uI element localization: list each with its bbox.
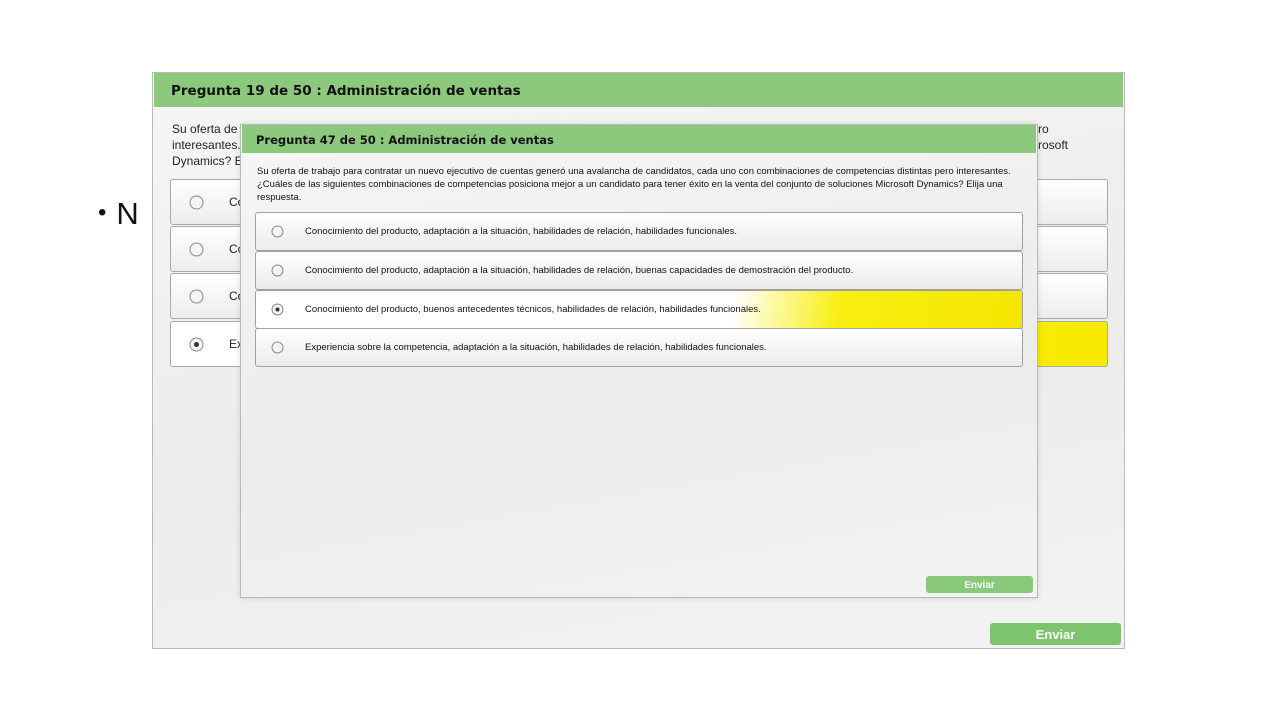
front-option-2[interactable]: Conocimiento del producto, adaptación a … — [255, 251, 1023, 290]
back-submit-button[interactable]: Enviar — [990, 623, 1121, 645]
slide-bullet: • N — [98, 196, 139, 232]
radio-unchecked-icon[interactable] — [189, 195, 204, 210]
front-option-label: Experiencia sobre la competencia, adapta… — [305, 342, 767, 353]
radio-checked-icon[interactable] — [271, 303, 284, 316]
back-dialog-title: Pregunta 19 de 50 : Administración de ve… — [154, 73, 1123, 107]
front-submit-button[interactable]: Enviar — [926, 576, 1033, 593]
front-question-dialog: Pregunta 47 de 50 : Administración de ve… — [240, 124, 1038, 598]
front-option-label: Conocimiento del producto, adaptación a … — [305, 265, 854, 276]
radio-checked-icon[interactable] — [189, 337, 204, 352]
bullet-text: N — [116, 196, 139, 231]
front-option-label: Conocimiento del producto, adaptación a … — [305, 226, 738, 237]
front-dialog-title: Pregunta 47 de 50 : Administración de ve… — [242, 125, 1036, 153]
radio-unchecked-icon[interactable] — [189, 242, 204, 257]
front-question-text: Su oferta de trabajo para contratar un n… — [257, 166, 1011, 203]
front-option-1[interactable]: Conocimiento del producto, adaptación a … — [255, 212, 1023, 251]
front-option-3-selected[interactable]: Conocimiento del producto, buenos antece… — [255, 290, 1023, 329]
radio-unchecked-icon[interactable] — [271, 341, 284, 354]
radio-unchecked-icon[interactable] — [271, 264, 284, 277]
back-question-text-right: ro rosoft — [1038, 122, 1069, 152]
front-option-4[interactable]: Experiencia sobre la competencia, adapta… — [255, 328, 1023, 367]
bullet-dot: • — [98, 199, 107, 226]
radio-unchecked-icon[interactable] — [271, 225, 284, 238]
front-option-label: Conocimiento del producto, buenos antece… — [305, 304, 761, 315]
radio-unchecked-icon[interactable] — [189, 289, 204, 304]
